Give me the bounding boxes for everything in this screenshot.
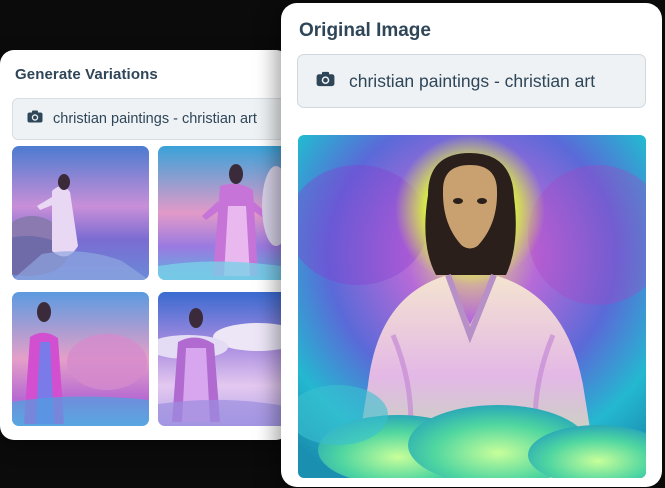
variations-card: Generate Variations christian paintings … <box>0 50 290 440</box>
variation-thumbnail-2[interactable] <box>158 146 290 280</box>
original-image-card: Original Image christian paintings - chr… <box>281 3 662 487</box>
variations-title: Generate Variations <box>15 66 158 83</box>
variations-prompt-text: christian paintings - christian art <box>53 111 257 127</box>
variation-thumbnail-1[interactable] <box>12 146 149 280</box>
variation-thumbnail-3[interactable] <box>12 292 149 426</box>
camera-icon <box>27 110 43 128</box>
original-image-title: Original Image <box>299 20 431 41</box>
variations-prompt-field[interactable]: christian paintings - christian art <box>12 98 290 140</box>
original-image[interactable] <box>298 135 646 478</box>
camera-icon <box>316 71 335 92</box>
original-prompt-field[interactable]: christian paintings - christian art <box>297 54 646 108</box>
variation-thumbnail-4[interactable] <box>158 292 290 426</box>
original-prompt-text: christian paintings - christian art <box>349 70 596 91</box>
